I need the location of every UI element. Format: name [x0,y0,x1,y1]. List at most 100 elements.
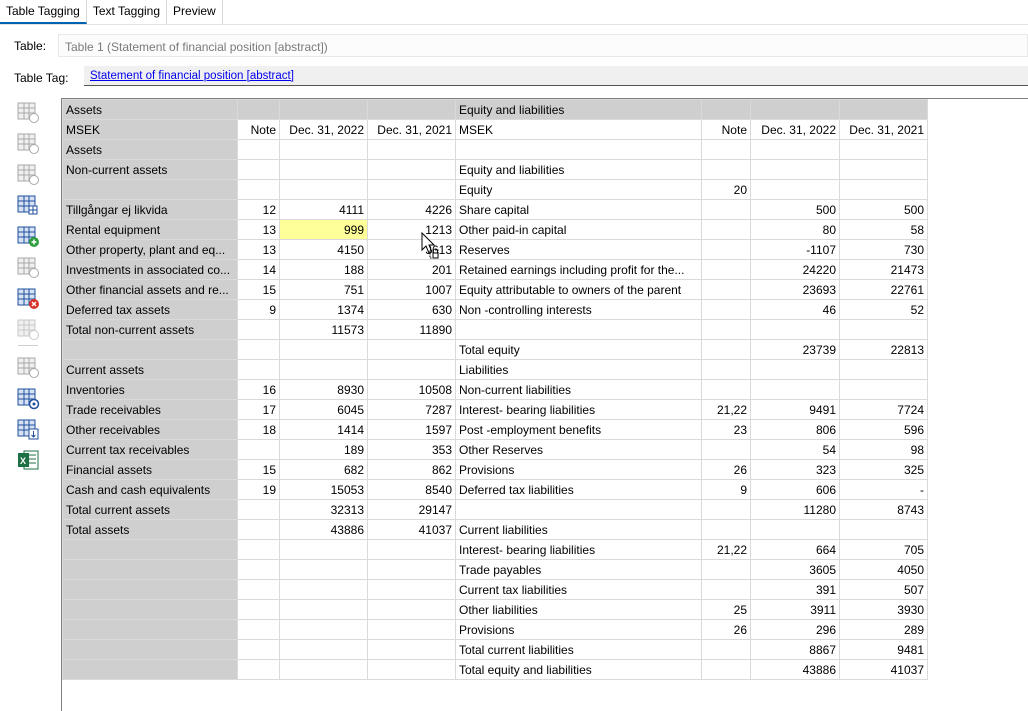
table-tag-link[interactable]: Statement of financial position [abstrac… [90,70,294,82]
table-cell[interactable] [279,619,368,640]
table-cell[interactable] [62,619,238,640]
table-cell[interactable]: Current liabilities [455,519,702,540]
table-cell[interactable] [367,359,456,380]
table-cell[interactable]: 41037 [367,519,456,540]
table-cell[interactable]: 189 [279,439,368,460]
table-cell[interactable]: Assets [62,139,238,160]
table-cell[interactable] [367,619,456,640]
table-cell[interactable]: Provisions [455,619,702,640]
table-cell[interactable] [701,159,751,180]
table-cell[interactable] [237,539,280,560]
table-cell[interactable]: Equity and liabilities [455,99,702,120]
table-cell[interactable]: 664 [750,539,840,560]
table-cell[interactable]: 3911 [750,599,840,620]
table-cell[interactable]: 23693 [750,279,840,300]
table-cell[interactable] [237,159,280,180]
table-cell[interactable]: 500 [750,199,840,220]
table-cell[interactable]: 22761 [839,279,928,300]
table-cell[interactable] [62,179,238,200]
table-cell[interactable]: 1007 [367,279,456,300]
table-cell[interactable]: 80 [750,219,840,240]
table-cell[interactable]: Current tax receivables [62,439,238,460]
table-cell[interactable] [455,319,702,340]
table-cell[interactable] [62,559,238,580]
table-cell[interactable] [750,519,840,540]
table-cell[interactable]: Investments in associated co... [62,259,238,280]
table-cell[interactable]: 6045 [279,399,368,420]
table-cell[interactable]: Interest- bearing liabilities [455,399,702,420]
table-cell[interactable] [279,159,368,180]
table-cell[interactable] [367,99,456,120]
table-cell[interactable] [455,499,702,520]
table-delete-icon[interactable] [16,286,40,310]
table-cell[interactable]: 8540 [367,479,456,500]
table-cell[interactable]: 8743 [839,499,928,520]
table-cell[interactable] [750,359,840,380]
table-cell[interactable]: 15 [237,459,280,480]
table-cell[interactable] [279,99,368,120]
table-cell[interactable]: 43886 [750,659,840,680]
table-cell[interactable] [62,639,238,660]
table-cell[interactable]: 23739 [750,339,840,360]
table-add-icon[interactable] [16,224,40,248]
table-cell[interactable]: Equity [455,179,702,200]
table-cell[interactable]: 7287 [367,399,456,420]
table-cell[interactable]: 596 [839,419,928,440]
table-cell[interactable]: Other financial assets and re... [62,279,238,300]
table-cell[interactable] [839,519,928,540]
table-cell[interactable]: 999 [279,219,368,240]
table-cell[interactable] [237,99,280,120]
table-cell[interactable]: - [839,479,928,500]
table-edit-icon[interactable] [16,162,40,186]
table-cell[interactable] [750,319,840,340]
table-cell[interactable] [701,359,751,380]
table-cell[interactable] [62,659,238,680]
table-cell[interactable]: 17 [237,399,280,420]
table-cell[interactable]: 682 [279,459,368,480]
table-cell[interactable] [367,159,456,180]
table-cell[interactable] [279,359,368,380]
tab-text-tagging[interactable]: Text Tagging [87,0,168,24]
table-insert-icon[interactable] [16,131,40,155]
table-cell[interactable]: Non -controlling interests [455,299,702,320]
table-cell[interactable]: Tillgångar ej likvida [62,199,238,220]
table-cell[interactable] [279,179,368,200]
table-cell[interactable] [750,99,840,120]
table-cell[interactable]: 29147 [367,499,456,520]
table-cell[interactable] [701,439,751,460]
table-cell[interactable]: Deferred tax liabilities [455,479,702,500]
table-cell[interactable]: -1107 [750,239,840,260]
table-cell[interactable]: 391 [750,579,840,600]
table-cell[interactable]: 201 [367,259,456,280]
table-cell[interactable]: 9491 [750,399,840,420]
table-cell[interactable] [279,579,368,600]
table-cell[interactable] [701,319,751,340]
table-cell[interactable]: 507 [839,579,928,600]
table-cell[interactable] [367,139,456,160]
table-cell[interactable] [701,219,751,240]
table-cell[interactable]: Total equity [455,339,702,360]
table-cell[interactable] [62,579,238,600]
table-cell[interactable]: Other liabilities [455,599,702,620]
table-cell[interactable] [237,639,280,660]
table-cell[interactable]: 15 [237,279,280,300]
table-cell[interactable] [279,659,368,680]
table-star-icon[interactable] [16,317,40,341]
table-cell[interactable]: 1374 [279,299,368,320]
table-cell[interactable]: 15053 [279,479,368,500]
table-cell[interactable]: 630 [367,299,456,320]
tab-table-tagging[interactable]: Table Tagging [0,0,87,24]
excel-icon[interactable]: X [16,448,40,472]
table-cell[interactable] [279,339,368,360]
table-cell[interactable] [701,379,751,400]
table-cell[interactable]: Liabilities [455,359,702,380]
table-cell[interactable]: 12 [237,199,280,220]
table-cell[interactable] [279,559,368,580]
table-cell[interactable]: Dec. 31, 2021 [367,119,456,140]
table-cell[interactable]: 9 [237,299,280,320]
table-cell[interactable] [750,159,840,180]
table-cell[interactable]: 22813 [839,339,928,360]
table-cell[interactable]: 500 [839,199,928,220]
table-cell[interactable] [701,279,751,300]
table-cell[interactable] [839,159,928,180]
